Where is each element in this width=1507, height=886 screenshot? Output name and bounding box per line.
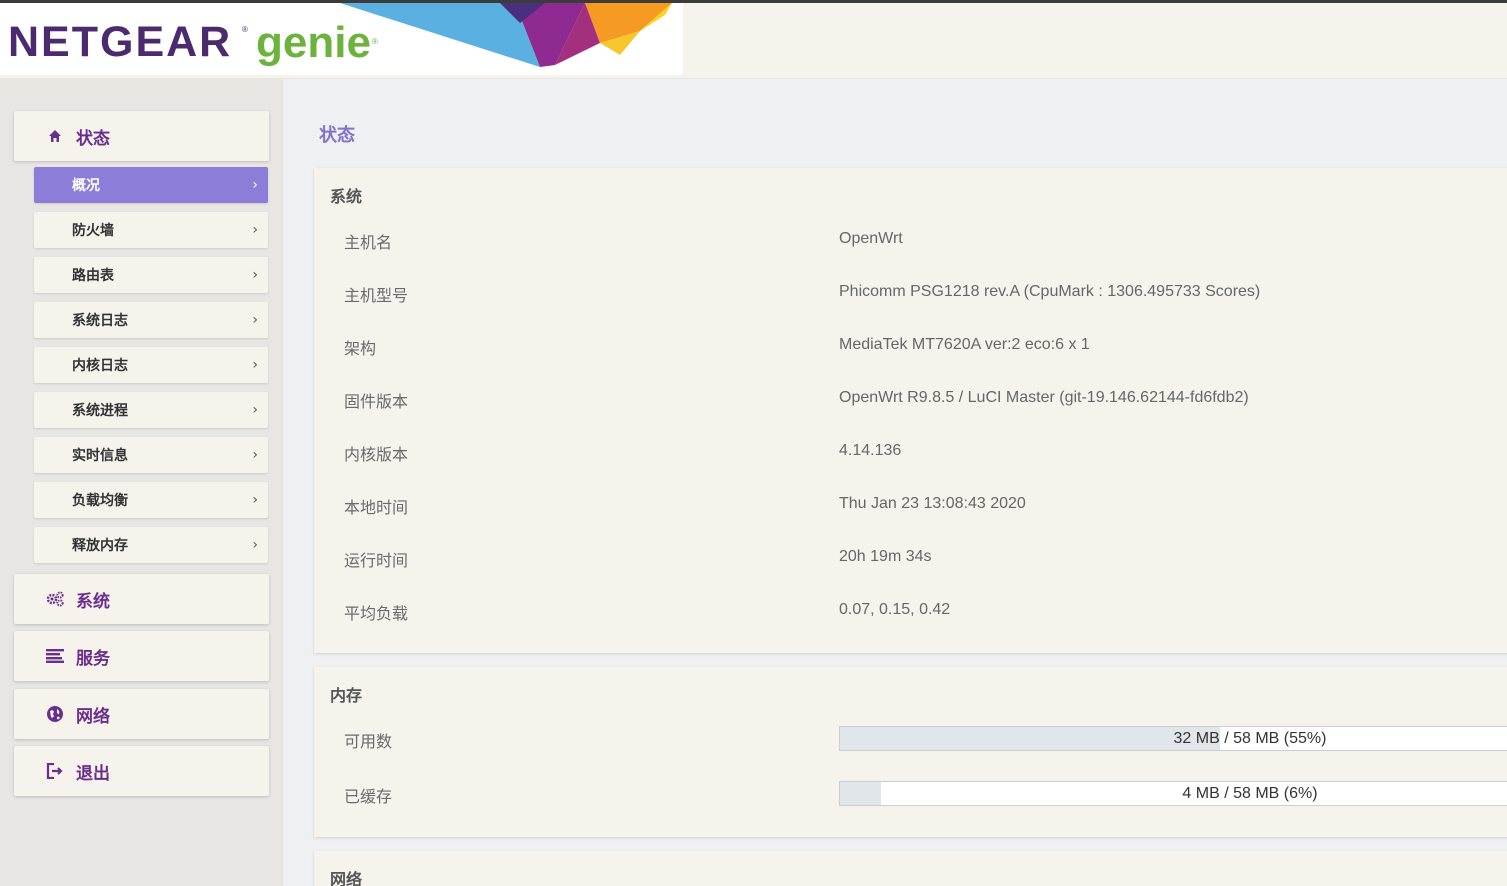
chevron-right-icon: › bbox=[252, 267, 258, 283]
brand-netgear: NETGEAR bbox=[8, 18, 233, 66]
sidebar-group-label: 状态 bbox=[76, 128, 110, 149]
row-value-firmware: OpenWrt R9.8.5 / LuCI Master (git-19.146… bbox=[839, 389, 1249, 406]
chevron-right-icon: › bbox=[252, 537, 258, 553]
chevron-right-icon: › bbox=[252, 177, 258, 193]
list-icon bbox=[45, 646, 65, 666]
progress-text: 4 MB / 58 MB (6%) bbox=[1182, 785, 1318, 802]
progress-bar-cached: 4 MB / 58 MB (6%) bbox=[839, 781, 1507, 806]
row-value-load-average: 0.07, 0.15, 0.42 bbox=[839, 601, 951, 618]
row-label-firmware: 固件版本 bbox=[344, 392, 409, 411]
sidebar-group-label: 网络 bbox=[76, 706, 110, 727]
sidebar-group-logout[interactable]: 退出 bbox=[14, 746, 269, 796]
section-title: 网络 bbox=[330, 870, 363, 886]
row-value-local-time: Thu Jan 23 13:08:43 2020 bbox=[839, 495, 1026, 512]
sidebar-item-label: 内核日志 bbox=[72, 358, 128, 374]
row-value-uptime: 20h 19m 34s bbox=[839, 548, 932, 565]
page-title: 状态 bbox=[319, 125, 355, 146]
sidebar: 状态 概况 › 防火墙 › 路由表 › 系统日志 › 内核日志 › 系统进程 ›… bbox=[0, 79, 283, 886]
row-label-available: 可用数 bbox=[344, 732, 393, 751]
sidebar-item-processes[interactable]: 系统进程 › bbox=[34, 392, 268, 428]
sidebar-item-label: 防火墙 bbox=[72, 223, 114, 239]
system-panel: 系统 主机名 OpenWrt 主机型号 Phicomm PSG1218 rev.… bbox=[314, 168, 1507, 653]
sidebar-group-label: 服务 bbox=[76, 648, 110, 669]
memory-panel: 内存 可用数 32 MB / 58 MB (55%) 已缓存 4 MB / 58… bbox=[314, 667, 1507, 837]
sidebar-item-routes[interactable]: 路由表 › bbox=[34, 257, 268, 293]
gears-icon bbox=[45, 589, 65, 609]
logo-graphic bbox=[340, 3, 672, 67]
sidebar-item-syslog[interactable]: 系统日志 › bbox=[34, 302, 268, 338]
row-label-model: 主机型号 bbox=[344, 286, 409, 305]
sidebar-group-label: 系统 bbox=[76, 591, 110, 612]
row-value-hostname: OpenWrt bbox=[839, 230, 903, 247]
chevron-right-icon: › bbox=[252, 357, 258, 373]
row-label-load-average: 平均负载 bbox=[344, 604, 409, 623]
sidebar-item-label: 概况 bbox=[72, 178, 100, 194]
network-panel: 网络 bbox=[314, 851, 1507, 886]
sidebar-item-label: 负载均衡 bbox=[72, 493, 128, 509]
row-value-model: Phicomm PSG1218 rev.A (CpuMark : 1306.49… bbox=[839, 283, 1261, 300]
row-label-architecture: 架构 bbox=[344, 339, 377, 358]
sidebar-item-overview[interactable]: 概况 › bbox=[34, 167, 268, 203]
chevron-right-icon: › bbox=[252, 492, 258, 508]
logout-icon bbox=[45, 761, 65, 781]
header: NETGEAR ® genie ® bbox=[0, 3, 1507, 79]
sidebar-item-free-memory[interactable]: 释放内存 › bbox=[34, 527, 268, 563]
section-title: 系统 bbox=[330, 187, 363, 206]
row-value-architecture: MediaTek MT7620A ver:2 eco:6 x 1 bbox=[839, 336, 1090, 353]
sidebar-group-network[interactable]: 网络 bbox=[14, 689, 269, 739]
sidebar-item-load-balance[interactable]: 负载均衡 › bbox=[34, 482, 268, 518]
sidebar-item-realtime[interactable]: 实时信息 › bbox=[34, 437, 268, 473]
chevron-right-icon: › bbox=[252, 447, 258, 463]
row-label-hostname: 主机名 bbox=[344, 233, 393, 252]
sidebar-group-services[interactable]: 服务 bbox=[14, 631, 269, 681]
sidebar-item-label: 系统日志 bbox=[72, 313, 128, 329]
sidebar-group-system[interactable]: 系统 bbox=[14, 574, 269, 624]
row-label-uptime: 运行时间 bbox=[344, 551, 409, 570]
row-value-kernel: 4.14.136 bbox=[839, 442, 902, 459]
progress-text: 32 MB / 58 MB (55%) bbox=[1173, 730, 1327, 747]
sidebar-item-kernel-log[interactable]: 内核日志 › bbox=[34, 347, 268, 383]
sidebar-group-label: 退出 bbox=[76, 763, 110, 784]
logo[interactable]: NETGEAR ® genie ® bbox=[0, 3, 683, 75]
globe-icon bbox=[45, 704, 65, 724]
sidebar-item-label: 实时信息 bbox=[72, 448, 128, 464]
row-label-kernel: 内核版本 bbox=[344, 445, 409, 464]
home-icon bbox=[45, 126, 65, 146]
main-content: 状态 系统 主机名 OpenWrt 主机型号 Phicomm PSG1218 r… bbox=[283, 79, 1507, 886]
sidebar-group-status[interactable]: 状态 bbox=[14, 111, 269, 161]
sidebar-item-label: 释放内存 bbox=[72, 538, 128, 554]
chevron-right-icon: › bbox=[252, 312, 258, 328]
progress-bar-available: 32 MB / 58 MB (55%) bbox=[839, 726, 1507, 751]
sidebar-item-firewall[interactable]: 防火墙 › bbox=[34, 212, 268, 248]
row-label-cached: 已缓存 bbox=[344, 787, 393, 806]
chevron-right-icon: › bbox=[252, 222, 258, 238]
sidebar-item-label: 路由表 bbox=[72, 268, 114, 284]
chevron-right-icon: › bbox=[252, 402, 258, 418]
row-label-local-time: 本地时间 bbox=[344, 498, 409, 517]
sidebar-item-label: 系统进程 bbox=[72, 403, 128, 419]
section-title: 内存 bbox=[330, 686, 363, 705]
brand-registered-mark: ® bbox=[242, 25, 248, 34]
